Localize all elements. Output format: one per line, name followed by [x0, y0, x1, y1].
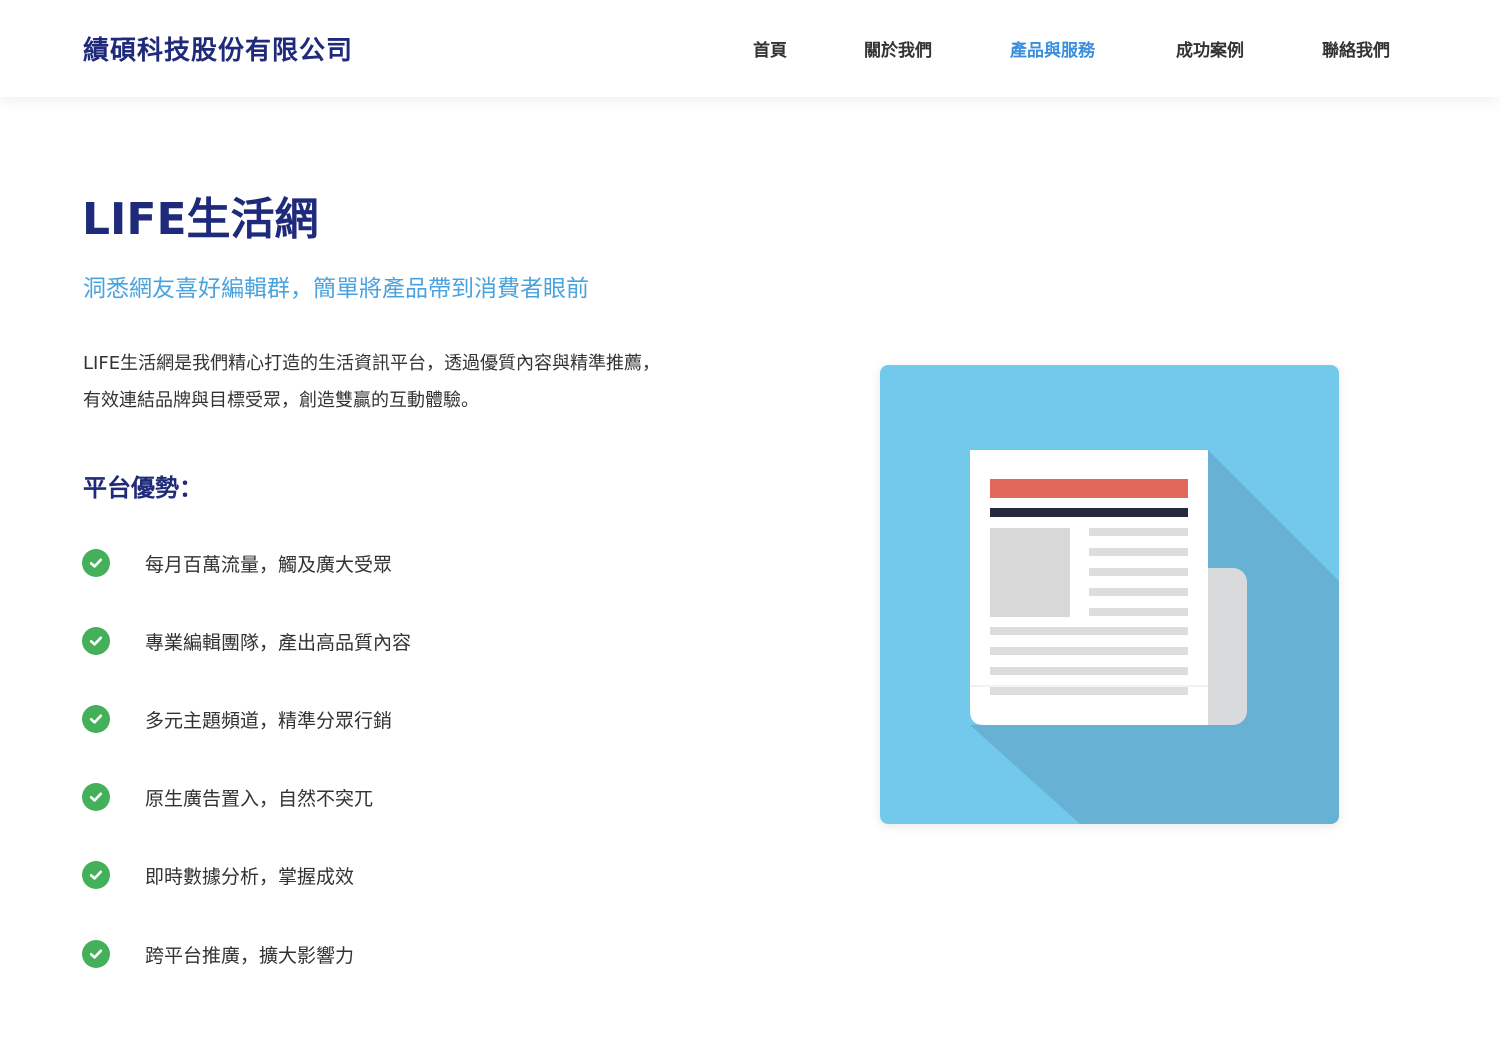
- check-circle-icon: [82, 940, 110, 968]
- advantages-heading: 平台優勢：: [83, 474, 203, 502]
- nav-item-products[interactable]: 產品與服務: [1010, 36, 1095, 61]
- check-circle-icon: [82, 627, 110, 655]
- product-description: LIFE生活網是我們精心打造的生活資訊平台，透過優質內容與精準推薦， 有效連結品…: [83, 345, 743, 419]
- nav-item-contact[interactable]: 聯絡我們: [1322, 36, 1390, 61]
- advantage-item: 每月百萬流量，觸及廣大受眾: [82, 548, 392, 578]
- check-circle-icon: [82, 705, 110, 733]
- advantage-item: 跨平台推廣，擴大影響力: [82, 939, 354, 969]
- nav-item-cases[interactable]: 成功案例: [1176, 36, 1244, 61]
- page-title: LIFE生活網: [82, 194, 319, 245]
- page-subtitle: 洞悉網友喜好編輯群，簡單將產品帶到消費者眼前: [83, 276, 589, 302]
- description-line: LIFE生活網是我們精心打造的生活資訊平台，透過優質內容與精準推薦，: [83, 353, 661, 374]
- nav-item-about[interactable]: 關於我們: [864, 36, 932, 61]
- check-circle-icon: [82, 549, 110, 577]
- company-logo[interactable]: 績碩科技股份有限公司: [83, 30, 353, 67]
- check-circle-icon: [82, 783, 110, 811]
- advantage-text: 多元主題頻道，精準分眾行銷: [145, 709, 393, 732]
- description-line: 有效連結品牌與目標受眾，創造雙贏的互動體驗。: [83, 390, 479, 411]
- advantage-text: 即時數據分析，掌握成效: [145, 865, 355, 888]
- newspaper-icon: [880, 365, 1339, 824]
- advantage-text: 專業編輯團隊，產出高品質內容: [145, 631, 412, 654]
- advantage-item: 即時數據分析，掌握成效: [82, 860, 354, 890]
- advantage-item: 專業編輯團隊，產出高品質內容: [82, 626, 411, 656]
- advantage-text: 每月百萬流量，觸及廣大受眾: [145, 553, 393, 576]
- advantage-item: 原生廣告置入，自然不突兀: [82, 782, 373, 812]
- nav-item-home[interactable]: 首頁: [753, 36, 787, 61]
- advantage-item: 多元主題頻道，精準分眾行銷: [82, 704, 392, 734]
- advantage-text: 跨平台推廣，擴大影響力: [145, 944, 355, 967]
- advantage-text: 原生廣告置入，自然不突兀: [145, 787, 374, 810]
- site-header: 績碩科技股份有限公司 首頁 關於我們 產品與服務 成功案例 聯絡我們: [0, 0, 1500, 97]
- check-circle-icon: [82, 861, 110, 889]
